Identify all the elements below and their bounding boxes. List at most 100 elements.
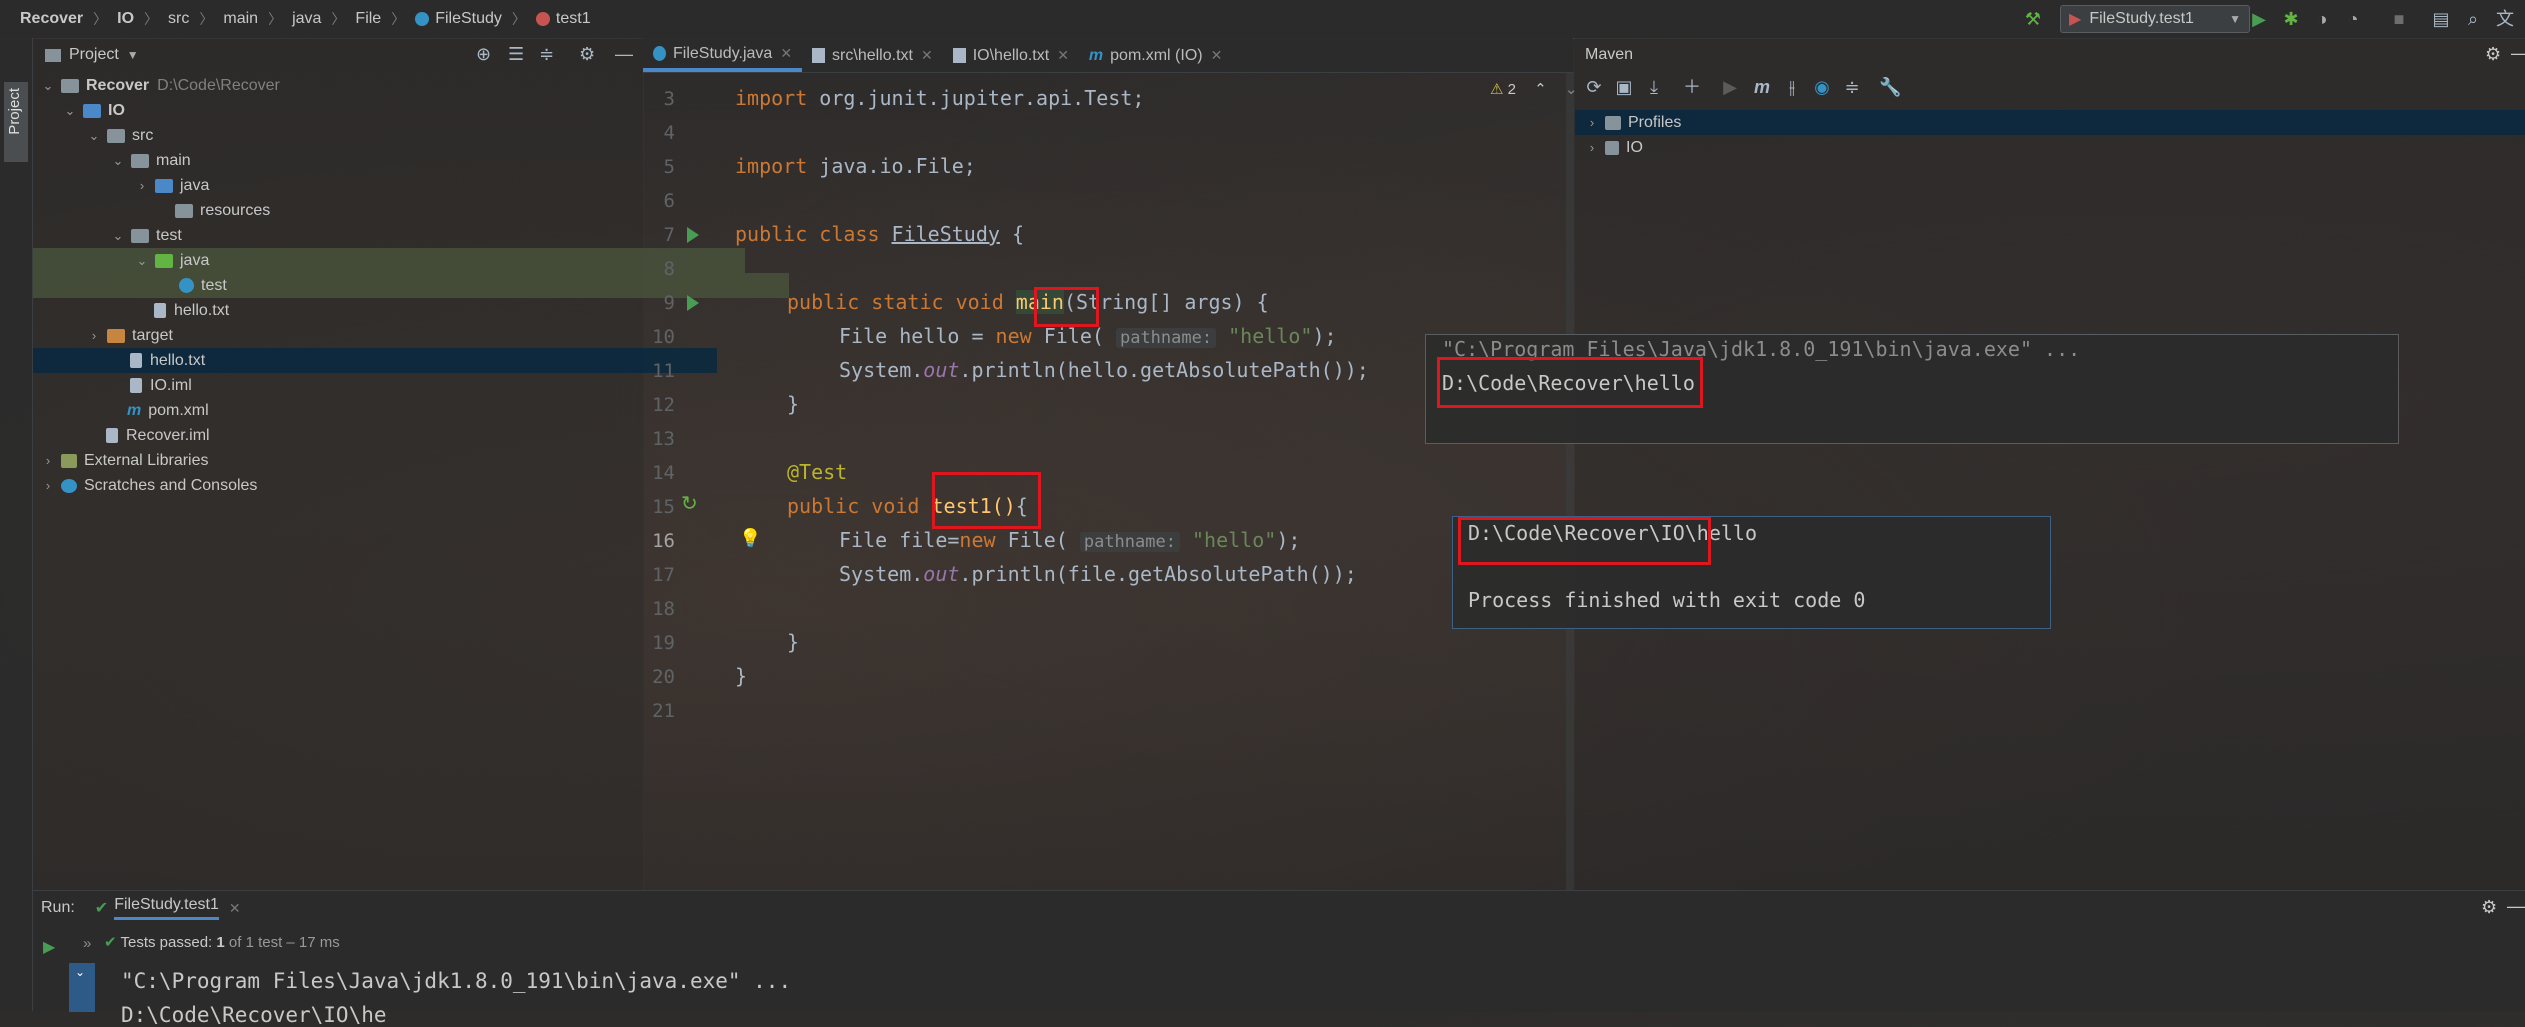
tree-item-target[interactable]: › target — [33, 323, 697, 348]
console-tree-toggle[interactable]: ⌄ — [69, 963, 95, 1012]
code-line-11[interactable]: System.out.println(hello.getAbsolutePath… — [839, 358, 1369, 382]
rerun-icon[interactable]: ▶ — [43, 937, 55, 957]
minimize-icon[interactable]: — — [2507, 896, 2525, 917]
project-panel: Project ▼ ⊕ ☰ ≑ ⚙ — ⌄ Recover D:\Code\Rec… — [33, 38, 789, 890]
gear-icon[interactable]: ⚙ — [2481, 897, 2497, 918]
breadcrumb-test1[interactable]: test1 — [556, 10, 591, 28]
editor-scrollbar[interactable] — [1566, 72, 1574, 890]
code-line-9[interactable]: public static void main(String[] args) { — [787, 290, 1269, 314]
breadcrumb-filestudy[interactable]: FileStudy — [435, 10, 502, 28]
translate-icon[interactable]: 文 — [2494, 8, 2516, 30]
execute-goal-icon[interactable]: m — [1751, 76, 1773, 98]
expand-all-icon[interactable]: ☰ — [508, 44, 524, 65]
close-icon[interactable]: ✕ — [229, 900, 241, 917]
breadcrumb-src[interactable]: src — [168, 10, 189, 28]
tree-item-main[interactable]: ⌄ main — [33, 148, 721, 173]
project-structure-icon[interactable]: ▤ — [2430, 8, 2452, 30]
maven-item-io[interactable]: › IO — [1575, 135, 2525, 160]
collapse-all-icon[interactable]: ≑ — [539, 44, 554, 65]
code-line-7[interactable]: public class FileStudy { — [735, 222, 1024, 246]
code-line-20[interactable]: } — [735, 664, 747, 688]
code-line-5[interactable]: import java.io.File; — [735, 154, 976, 178]
skip-tests-icon[interactable]: ◉ — [1811, 76, 1833, 98]
line-number: 18 — [652, 598, 675, 620]
tree-item-test-java[interactable]: ⌄ java — [33, 248, 745, 273]
run-config-icon: ▶ — [2069, 11, 2082, 28]
run-icon[interactable]: ▶ — [2248, 8, 2270, 30]
project-tool-tab[interactable]: Project — [4, 82, 28, 162]
breadcrumb-recover[interactable]: Recover — [20, 10, 83, 28]
tree-item-io-iml[interactable]: IO.iml — [33, 373, 717, 398]
tab-src-hello-txt[interactable]: src\hello.txt ✕ — [802, 39, 943, 72]
reload-icon[interactable]: ⟳ — [1583, 76, 1605, 98]
inspection-widget[interactable]: ⚠ 2 ⌃ ⌄ — [1490, 80, 1577, 98]
generate-sources-icon[interactable]: ▣ — [1613, 76, 1635, 98]
tree-item-hello-txt-selected[interactable]: hello.txt — [33, 348, 717, 373]
close-icon[interactable]: ✕ — [1057, 47, 1069, 64]
tree-item-hello-txt-io[interactable]: hello.txt — [33, 298, 741, 323]
code-line-12[interactable]: } — [787, 392, 799, 416]
code-line-3[interactable]: import org.junit.jupiter.api.Test; — [735, 86, 1144, 110]
build-hammer-icon[interactable]: ⚒ — [2022, 8, 2044, 30]
close-icon[interactable]: ✕ — [921, 47, 933, 64]
gear-icon[interactable]: ⚙ — [2485, 44, 2501, 65]
run-tabs: Run: ✔ FileStudy.test1 ✕ ⚙ — — [33, 891, 2525, 925]
tree-item-scratches[interactable]: › Scratches and Consoles — [33, 473, 651, 498]
breadcrumb-main[interactable]: main — [223, 10, 258, 28]
code-line-16[interactable]: File file=new File( pathname: "hello"); — [839, 528, 1300, 552]
rerun-test-gutter-icon[interactable]: ↻ — [681, 491, 698, 516]
line-number: 14 — [652, 462, 675, 484]
tree-item-main-java[interactable]: › java — [33, 173, 745, 198]
tab-filestudy-java[interactable]: FileStudy.java ✕ — [643, 39, 803, 72]
toggle-offline-icon[interactable]: ⫲ — [1781, 76, 1803, 98]
lightbulb-icon[interactable]: 💡 — [739, 528, 761, 549]
tree-item-external-libraries[interactable]: › External Libraries — [33, 448, 651, 473]
breadcrumb-file[interactable]: File — [355, 10, 381, 28]
coverage-icon[interactable]: ◑ — [2311, 8, 2333, 30]
download-icon[interactable]: ⤓ — [1643, 76, 1665, 98]
tree-item-pom-xml[interactable]: m pom.xml — [33, 398, 717, 423]
maven-panel-header: Maven ⚙ — — [1575, 38, 2525, 72]
maven-icon: m — [1088, 46, 1104, 64]
chevron-down-icon[interactable]: ▼ — [127, 48, 139, 62]
run-configuration-select[interactable]: ▶ FileStudy.test1 ▼ — [2060, 5, 2250, 33]
maven-item-profiles[interactable]: › Profiles — [1575, 110, 2525, 135]
locate-icon[interactable]: ⊕ — [476, 44, 491, 65]
gear-icon[interactable]: ⚙ — [579, 44, 595, 65]
tab-io-hello-txt[interactable]: IO\hello.txt ✕ — [943, 39, 1079, 72]
profile-icon[interactable]: ◔ — [2342, 8, 2364, 30]
code-line-17[interactable]: System.out.println(file.getAbsolutePath(… — [839, 562, 1357, 586]
tab-pom-xml[interactable]: m pom.xml (IO) ✕ — [1079, 39, 1232, 72]
profiles-icon — [1605, 115, 1621, 130]
run-class-gutter-icon[interactable] — [687, 227, 699, 243]
minimize-icon[interactable]: — — [2511, 43, 2525, 64]
tree-item-src[interactable]: ⌄ src — [33, 123, 697, 148]
close-icon[interactable]: ✕ — [780, 45, 792, 62]
tree-item-recover[interactable]: ⌄ Recover D:\Code\Recover — [33, 73, 651, 98]
run-icon[interactable]: ▶ — [1719, 76, 1741, 98]
stop-icon[interactable]: ■ — [2388, 8, 2410, 30]
project-view-select[interactable]: Project — [69, 46, 119, 64]
tab-run-filestudy-test1[interactable]: FileStudy.test1 — [114, 896, 219, 920]
code-line-14[interactable]: @Test — [787, 460, 847, 484]
breadcrumb-io[interactable]: IO — [117, 10, 134, 28]
run-main-gutter-icon[interactable] — [687, 295, 699, 311]
close-icon[interactable]: ✕ — [1211, 47, 1223, 64]
code-line-10[interactable]: File hello = new File( pathname: "hello"… — [839, 324, 1337, 348]
breadcrumb-java[interactable]: java — [292, 10, 321, 28]
line-number: 19 — [652, 632, 675, 654]
search-everywhere-icon[interactable]: ⌕ — [2462, 8, 2484, 30]
minimize-icon[interactable]: — — [615, 44, 633, 65]
chevron-down-icon: ▼ — [2229, 12, 2241, 26]
line-number: 3 — [663, 88, 675, 110]
collapse-all-icon[interactable]: ≑ — [1841, 76, 1863, 98]
debug-icon[interactable]: ✱ — [2280, 8, 2302, 30]
code-line-19[interactable]: } — [787, 630, 799, 654]
tree-item-io[interactable]: ⌄ IO — [33, 98, 673, 123]
library-icon — [61, 453, 77, 468]
wrench-icon[interactable]: 🔧 — [1879, 76, 1901, 98]
chevron-up-icon[interactable]: ⌃ — [1534, 81, 1547, 98]
add-icon[interactable]: ＋ — [1681, 76, 1703, 98]
tree-item-test[interactable]: ⌄ test — [33, 223, 721, 248]
tree-item-recover-iml[interactable]: Recover.iml — [33, 423, 693, 448]
